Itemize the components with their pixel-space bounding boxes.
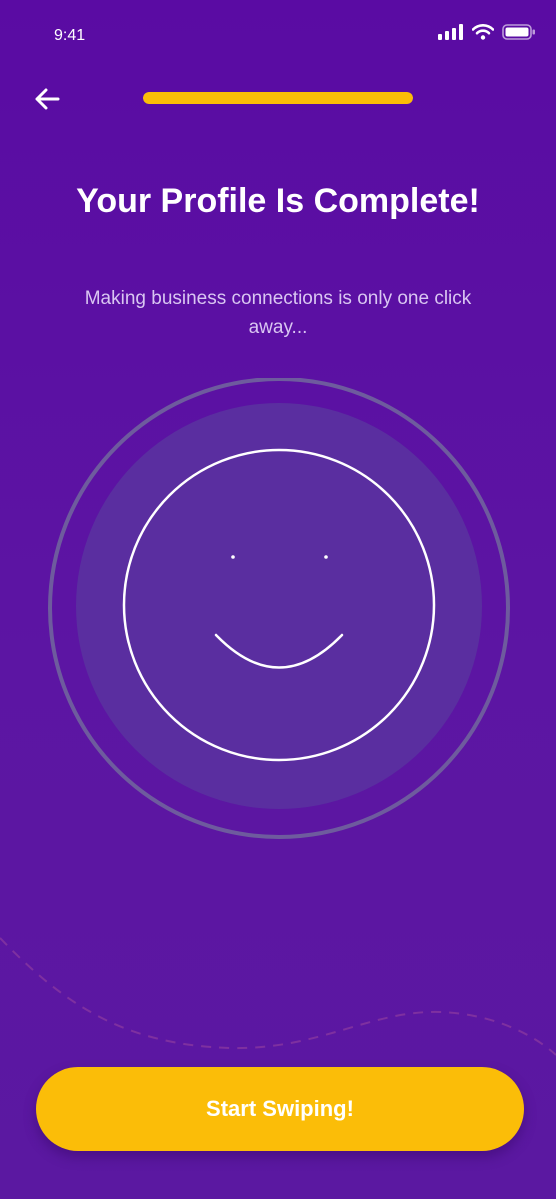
- status-icons: [438, 24, 536, 40]
- smiley-illustration: [46, 377, 512, 840]
- status-time: 9:41: [54, 27, 86, 44]
- arrow-left-icon: [35, 88, 60, 110]
- wifi-icon: [472, 24, 494, 40]
- page-title: Your Profile Is Complete!: [76, 182, 480, 220]
- battery-icon: [502, 24, 535, 40]
- smiley-face-icon: [48, 377, 510, 839]
- progress-fill: [143, 92, 413, 104]
- signal-icon: [438, 24, 463, 40]
- status-bar: 9:41: [0, 0, 556, 70]
- page-subtitle: Making business connections is only one …: [84, 288, 472, 338]
- decorative-wave: [0, 937, 556, 1056]
- progress-bar: [143, 92, 413, 104]
- back-button[interactable]: [30, 82, 64, 116]
- start-swiping-button[interactable]: Start Swiping!: [36, 1067, 524, 1151]
- profile-complete-screen: 9:41 Your Profile Is Complete! Making bu…: [0, 0, 556, 1199]
